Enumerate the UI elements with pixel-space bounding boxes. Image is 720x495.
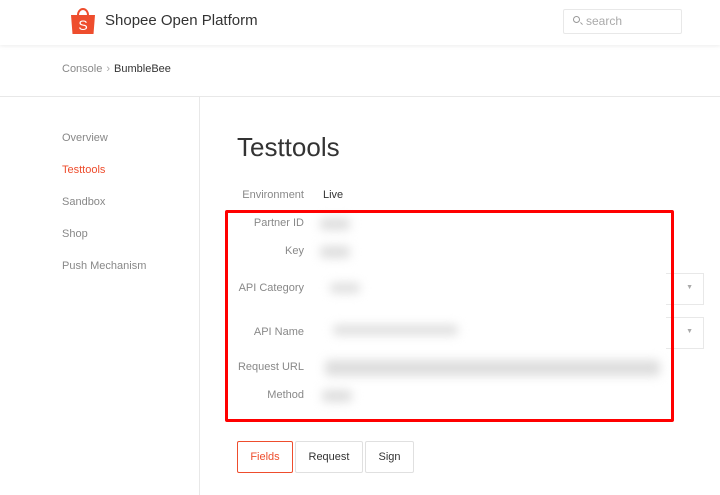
shopee-logo[interactable]: S [70, 7, 96, 35]
sidebar-item-shop[interactable]: Shop [62, 228, 146, 260]
tab-fields[interactable]: Fields [237, 441, 293, 473]
divider [0, 96, 720, 97]
search-placeholder: search [586, 14, 623, 28]
search-icon [573, 16, 580, 23]
search-input[interactable]: search [563, 9, 682, 34]
environment-value: Live [323, 189, 344, 201]
sidebar-item-push-mechanism[interactable]: Push Mechanism [62, 260, 146, 292]
tab-sign[interactable]: Sign [365, 441, 414, 473]
sidebar-item-testtools[interactable]: Testtools [62, 164, 146, 196]
sidebar: Overview Testtools Sandbox Shop Push Mec… [62, 132, 146, 292]
page-title: Testtools [237, 132, 340, 162]
caret-down-icon: ▼ [686, 328, 693, 335]
breadcrumb: Console › BumbleBee [62, 63, 171, 75]
environment-label: Environment [242, 189, 304, 201]
svg-text:S: S [78, 17, 87, 33]
highlight-box [225, 210, 674, 422]
sidebar-item-overview[interactable]: Overview [62, 132, 146, 164]
breadcrumb-console[interactable]: Console [62, 63, 102, 75]
sidebar-divider [199, 96, 200, 495]
top-header: S Shopee Open Platform search [0, 0, 720, 45]
sidebar-item-sandbox[interactable]: Sandbox [62, 196, 146, 228]
breadcrumb-current: BumbleBee [114, 63, 171, 75]
brand-title[interactable]: Shopee Open Platform [105, 12, 258, 29]
chevron-right-icon: › [106, 63, 111, 75]
caret-down-icon: ▼ [686, 284, 693, 291]
tab-request[interactable]: Request [295, 441, 363, 473]
